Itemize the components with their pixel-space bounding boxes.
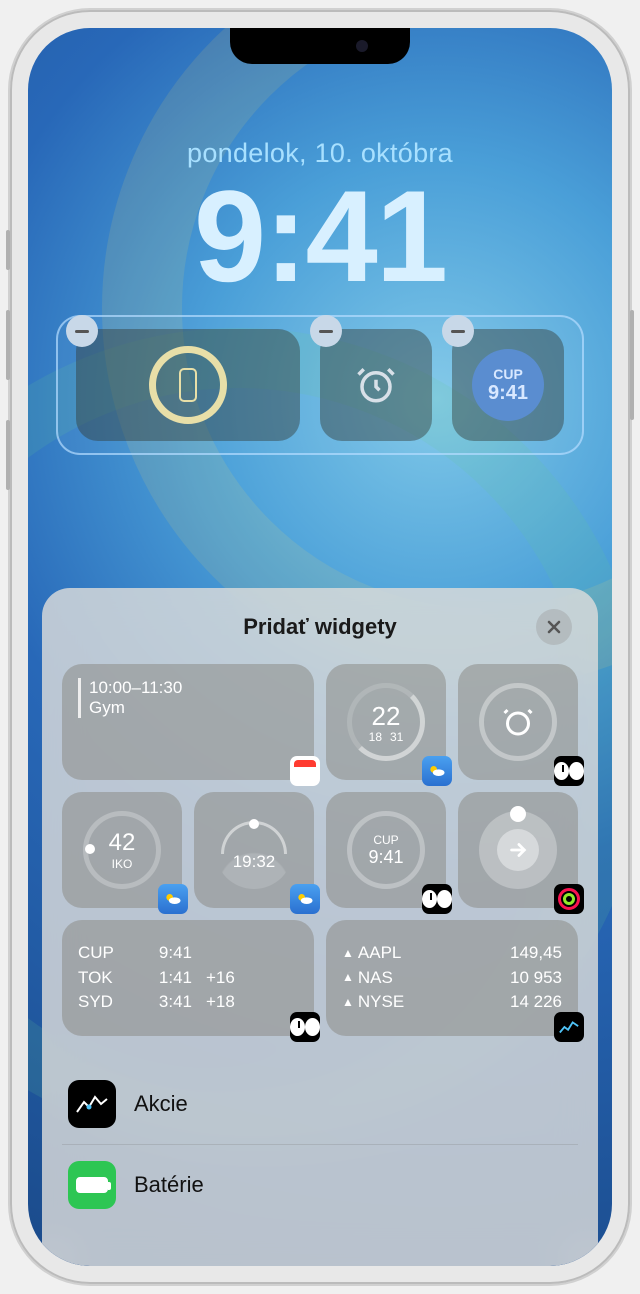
suggestion-air-quality[interactable]: 42 IKO <box>62 792 182 908</box>
suggestion-fitness[interactable] <box>458 792 578 908</box>
app-name-label: Akcie <box>134 1091 188 1117</box>
clock-row: SYD 3:41 +18 <box>78 990 298 1015</box>
hardware-buttons-right <box>630 310 634 420</box>
aqi-value: 42 <box>109 829 136 857</box>
lock-time[interactable]: 9:41 <box>28 171 612 301</box>
hardware-buttons-left <box>6 230 10 530</box>
screen: pondelok, 10. októbra 9:41 <box>28 28 612 1266</box>
sheet-header: Pridať widgety <box>62 614 578 640</box>
remove-widget-button[interactable] <box>310 315 342 347</box>
app-list: Akcie Batérie <box>62 1064 578 1225</box>
clock-row: TOK 1:41 +16 <box>78 966 298 991</box>
suggestion-world-clock-list[interactable]: CUP 9:41 TOK 1:41 +16 SYD 3:41 +18 <box>62 920 314 1036</box>
lock-widget-alarm[interactable] <box>320 329 432 441</box>
temperature-value: 22 <box>372 701 401 732</box>
sunset-time: 19:32 <box>233 852 276 872</box>
world-clock-circle: CUP 9:41 <box>472 349 544 421</box>
lock-widget-world-clock[interactable]: CUP 9:41 <box>452 329 564 441</box>
calendar-app-icon <box>290 756 320 786</box>
weather-app-icon <box>290 884 320 914</box>
clock-app-icon <box>422 884 452 914</box>
temp-low: 18 <box>369 730 382 744</box>
remove-widget-button[interactable] <box>442 315 474 347</box>
phone-icon <box>179 368 197 402</box>
app-list-item-batteries[interactable]: Batérie <box>62 1145 578 1225</box>
suggestion-calendar-event[interactable]: 10:00–11:30 Gym <box>62 664 314 780</box>
sheet-title: Pridať widgety <box>243 614 397 640</box>
stocks-app-icon <box>554 1012 584 1042</box>
lock-widget-battery[interactable] <box>76 329 300 441</box>
phone-frame: pondelok, 10. októbra 9:41 <box>10 10 630 1284</box>
event-title: Gym <box>89 698 298 718</box>
event-time: 10:00–11:30 <box>89 678 298 698</box>
city-time: 9:41 <box>368 847 403 868</box>
app-list-item-stocks[interactable]: Akcie <box>62 1064 578 1145</box>
clock-app-icon <box>554 756 584 786</box>
widget-suggestions-grid: 10:00–11:30 Gym 22 18 31 <box>62 664 578 1036</box>
suggestion-sunset[interactable]: 19:32 <box>194 792 314 908</box>
weather-app-icon <box>422 756 452 786</box>
lock-screen-content: pondelok, 10. októbra 9:41 <box>28 28 612 455</box>
stocks-app-icon <box>68 1080 116 1128</box>
alarm-clock-icon <box>355 364 397 406</box>
suggestion-stocks[interactable]: ▲AAPL 149,45 ▲NAS 10 953 ▲NYSE 14 226 <box>326 920 578 1036</box>
stock-row: ▲NAS 10 953 <box>342 966 562 991</box>
battery-ring-icon <box>149 346 227 424</box>
weather-app-icon <box>158 884 188 914</box>
fitness-app-icon <box>554 884 584 914</box>
close-button[interactable] <box>536 609 572 645</box>
city-code: CUP <box>373 833 398 847</box>
suggestion-world-clock-single[interactable]: CUP 9:41 <box>326 792 446 908</box>
suggestion-alarm[interactable] <box>458 664 578 780</box>
lock-widget-slot-row[interactable]: CUP 9:41 <box>56 315 584 455</box>
add-widgets-sheet: Pridať widgety 10:00–11:30 Gym <box>42 588 598 1266</box>
temp-high: 31 <box>390 730 403 744</box>
aqi-label: IKO <box>112 857 133 871</box>
remove-widget-button[interactable] <box>66 315 98 347</box>
sun-icon <box>249 819 259 829</box>
suggestion-weather-temp[interactable]: 22 18 31 <box>326 664 446 780</box>
clock-row: CUP 9:41 <box>78 941 298 966</box>
app-name-label: Batérie <box>134 1172 204 1198</box>
stock-row: ▲AAPL 149,45 <box>342 941 562 966</box>
arrow-right-icon <box>497 829 539 871</box>
city-time: 9:41 <box>488 382 528 405</box>
notch <box>230 28 410 64</box>
city-code: CUP <box>493 366 523 382</box>
stock-row: ▲NYSE 14 226 <box>342 990 562 1015</box>
clock-app-icon <box>290 1012 320 1042</box>
battery-app-icon <box>68 1161 116 1209</box>
